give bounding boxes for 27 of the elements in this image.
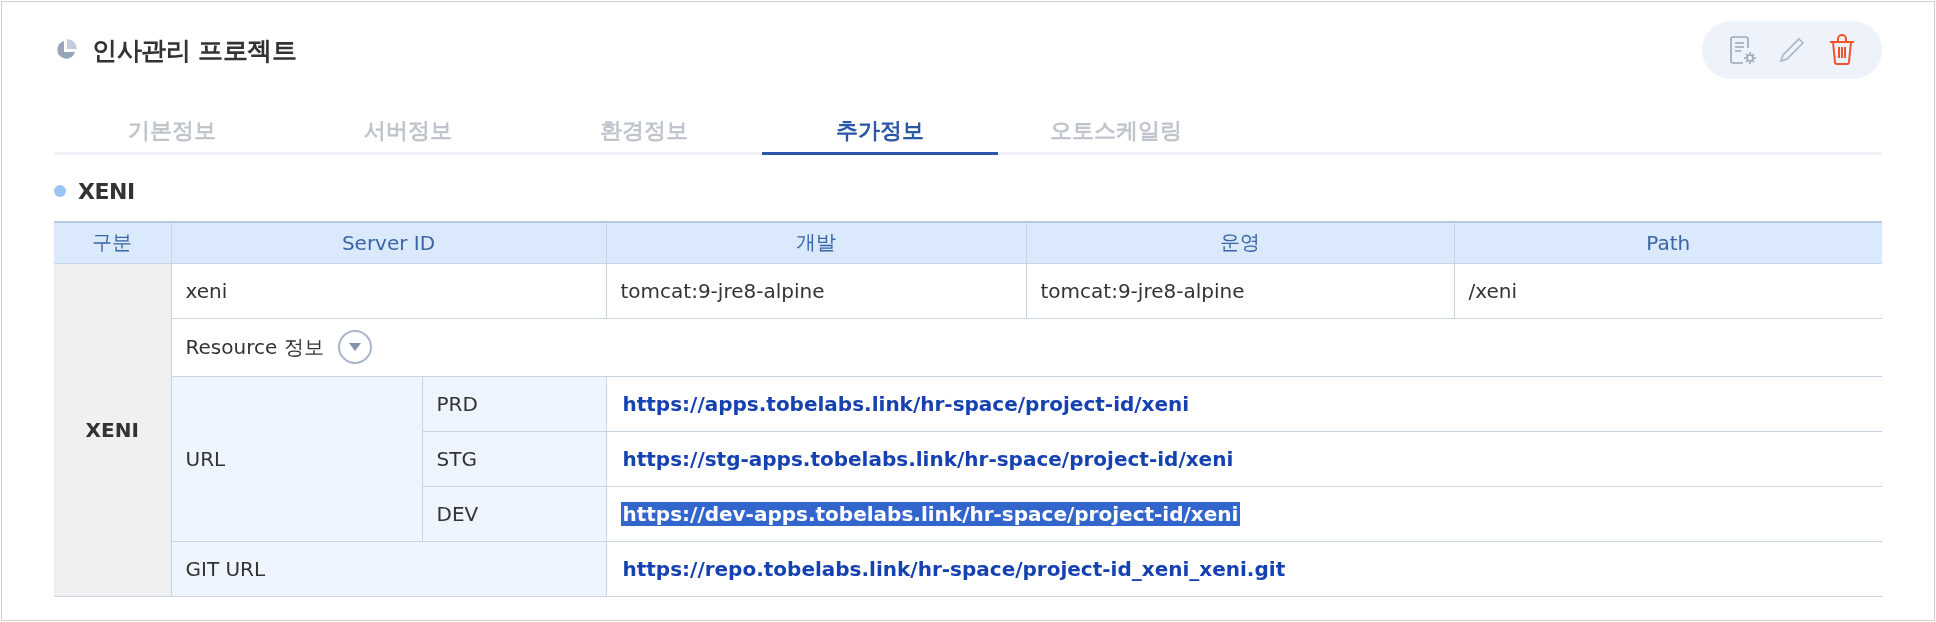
project-title: 인사관리 프로젝트: [92, 34, 297, 67]
caret-icon: [347, 342, 362, 352]
bullet-dot: [54, 185, 66, 197]
table-cell: tomcat:9-jre8-alpine: [1026, 263, 1454, 318]
url-link[interactable]: https://apps.tobelabs.link/hr-space/project-id/xeni: [620, 391, 1192, 416]
url-link[interactable]: https://dev-apps.tobelabs.link/hr-space/project-id/xeni: [620, 501, 1241, 526]
table-cell: xeni: [171, 263, 606, 318]
column-header: Path: [1454, 222, 1882, 263]
pie-chart-icon: [54, 38, 78, 62]
column-header: 운영: [1026, 222, 1454, 263]
group-cell: XENI: [54, 263, 171, 596]
section-title: XENI: [78, 178, 135, 204]
table-cell: /xeni: [1454, 263, 1882, 318]
column-header: 구분: [54, 222, 171, 263]
table-cell: GIT URL: [171, 541, 606, 596]
url-link[interactable]: https://stg-apps.tobelabs.link/hr-space/project-id/xeni: [620, 446, 1236, 471]
expand-toggle[interactable]: [337, 330, 372, 364]
column-header: 개발: [606, 222, 1026, 263]
table-cell: STG: [422, 431, 606, 486]
table-cell: DEV: [422, 486, 606, 541]
column-header: Server ID: [171, 222, 606, 263]
table-cell: PRD: [422, 376, 606, 431]
tab[interactable]: 추가정보: [762, 110, 998, 155]
resource-label: Resource 정보: [185, 333, 324, 361]
table-cell: URL: [171, 376, 422, 541]
table-cell: tomcat:9-jre8-alpine: [606, 263, 1026, 318]
url-link[interactable]: https://repo.tobelabs.link/hr-space/project-id_xeni_xeni.git: [620, 556, 1288, 581]
